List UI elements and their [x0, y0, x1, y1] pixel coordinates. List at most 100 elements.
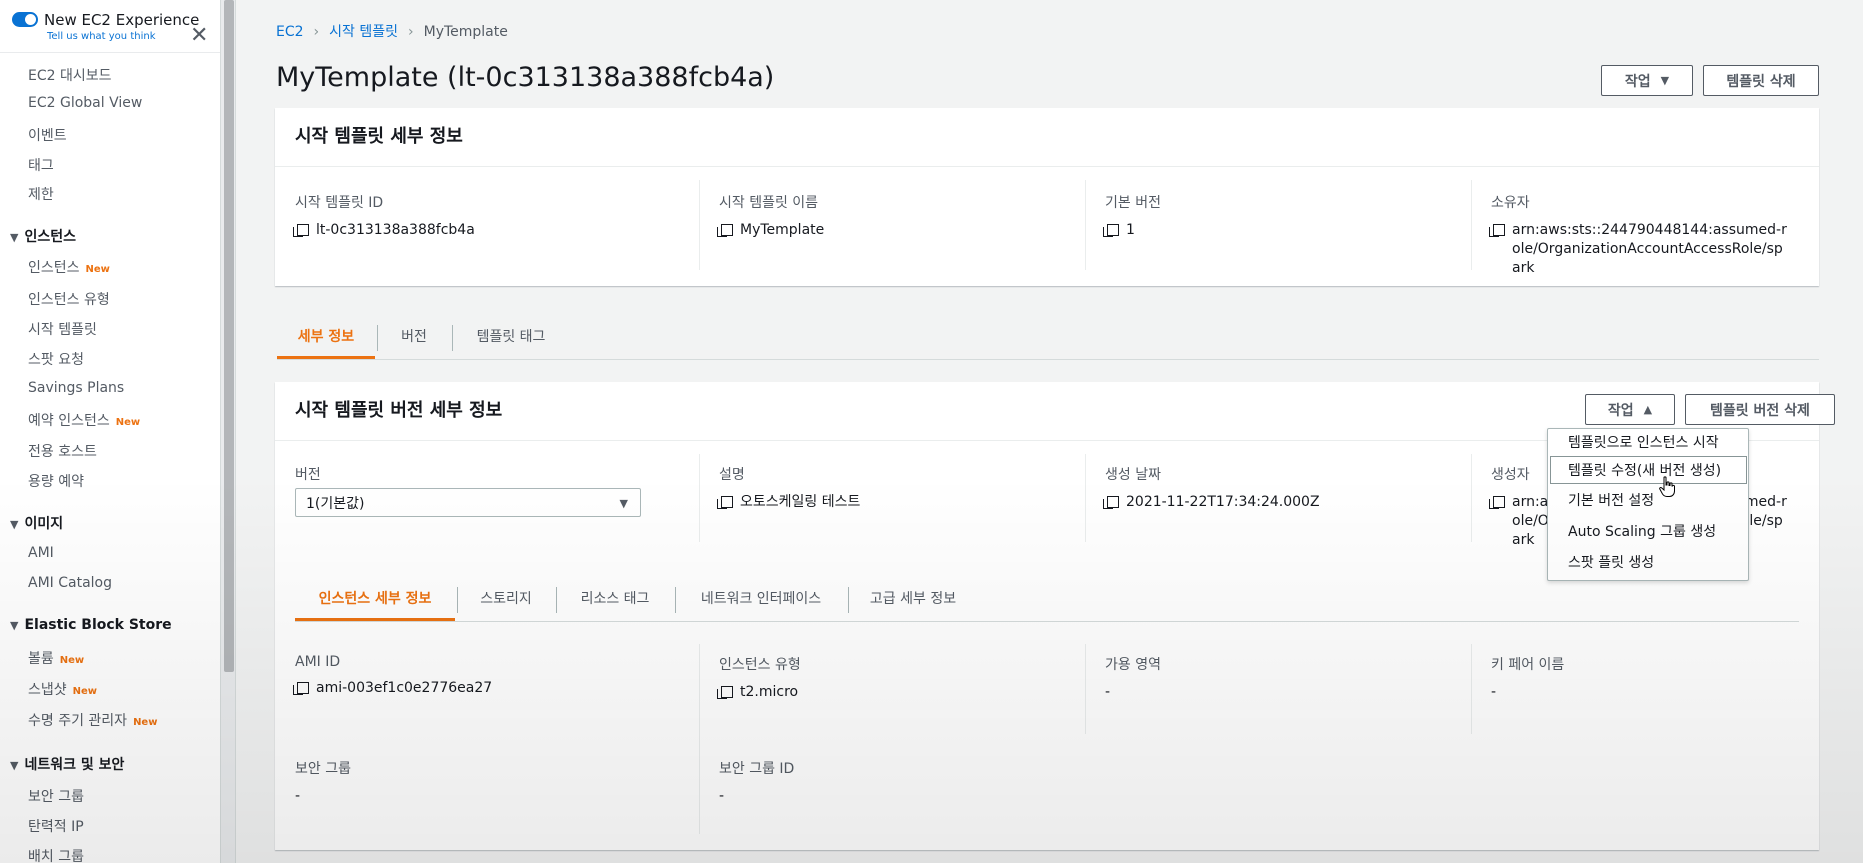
column-divider: [1471, 454, 1472, 542]
copy-icon[interactable]: [717, 224, 733, 237]
version-actions-button[interactable]: 작업 ▲: [1585, 394, 1675, 425]
copy-icon[interactable]: [717, 496, 733, 509]
sidebar-item-security-groups[interactable]: 보안 그룹: [28, 786, 84, 806]
sidebar-item-reserved-instances[interactable]: 예약 인스턴스 New: [28, 410, 140, 430]
tab-instance-details[interactable]: 인스턴스 세부 정보: [295, 575, 455, 621]
new-badge: New: [72, 686, 98, 697]
field-value: -: [1105, 684, 1111, 700]
field-label: 키 페어 이름: [1491, 657, 1565, 673]
column-divider: [1471, 180, 1472, 270]
sidebar-item-dedicated-hosts[interactable]: 전용 호스트: [28, 441, 97, 461]
template-details-card: 시작 템플릿 세부 정보 시작 템플릿 ID lt-0c313138a388fc…: [275, 108, 1819, 286]
menu-item-launch-from-template[interactable]: 템플릿으로 인스턴스 시작: [1548, 428, 1748, 456]
menu-item-create-auto-scaling-group[interactable]: Auto Scaling 그룹 생성: [1548, 517, 1748, 545]
tab-versions[interactable]: 버전: [378, 313, 450, 359]
sidebar-item-capacity-reservations[interactable]: 용량 예약: [28, 471, 84, 491]
copy-icon[interactable]: [293, 682, 309, 695]
sidebar-item-ami[interactable]: AMI: [28, 545, 54, 561]
field-description: 설명 오토스케일링 테스트: [717, 464, 860, 512]
menu-item-modify-template[interactable]: 템플릿 수정(새 버전 생성): [1550, 456, 1747, 484]
menu-item-set-default-version[interactable]: 기본 버전 설정: [1548, 486, 1748, 514]
field-value: lt-0c313138a388fcb4a: [316, 222, 475, 238]
sidebar-item-instance-types[interactable]: 인스턴스 유형: [28, 289, 110, 309]
divider: [275, 166, 1819, 167]
sidebar-item-ec2-dashboard[interactable]: EC2 대시보드: [28, 65, 112, 85]
copy-icon[interactable]: [1103, 224, 1119, 237]
caret-down-icon: ▼: [619, 497, 628, 510]
item-label: 볼륨: [28, 651, 54, 667]
column-divider: [1085, 644, 1086, 734]
tab-network-interfaces[interactable]: 네트워크 인터페이스: [676, 575, 846, 621]
page-title: MyTemplate (lt-0c313138a388fcb4a): [276, 62, 775, 93]
sidebar-section-instances[interactable]: ▼ 인스턴스: [10, 226, 76, 246]
tab-resource-tags[interactable]: 리소스 태그: [557, 575, 673, 621]
sidebar-section-images[interactable]: ▼ 이미지: [10, 513, 63, 533]
tab-storage[interactable]: 스토리지: [458, 575, 554, 621]
close-icon[interactable]: ✕: [190, 25, 208, 47]
field-label: 시작 템플릿 이름: [719, 195, 819, 211]
new-badge: New: [59, 655, 85, 666]
field-label: 보안 그룹 ID: [719, 761, 795, 777]
sidebar-item-ami-catalog[interactable]: AMI Catalog: [28, 575, 112, 591]
delete-template-button[interactable]: 템플릿 삭제: [1703, 65, 1819, 96]
field-value: 1: [1126, 222, 1135, 238]
sub-tabs: 인스턴스 세부 정보 스토리지 리소스 태그 네트워크 인터페이스 고급 세부 …: [295, 575, 1799, 622]
breadcrumb-ec2[interactable]: EC2: [276, 24, 304, 40]
breadcrumb-current: MyTemplate: [423, 24, 508, 40]
field-value: t2.micro: [740, 684, 799, 700]
tabs-underline: [295, 621, 1799, 622]
select-value: 1(기본값): [306, 495, 365, 512]
breadcrumb: EC2 › 시작 템플릿 › MyTemplate: [276, 21, 508, 41]
copy-icon[interactable]: [1103, 496, 1119, 509]
sidebar-item-spot-requests[interactable]: 스팟 요청: [28, 349, 84, 369]
new-badge: New: [115, 417, 141, 428]
sidebar-item-tags[interactable]: 태그: [28, 155, 54, 175]
field-label: 인스턴스 유형: [719, 657, 801, 673]
menu-item-create-spot-fleet[interactable]: 스팟 플릿 생성: [1548, 548, 1748, 576]
sidebar-item-lifecycle-manager[interactable]: 수명 주기 관리자 New: [28, 710, 157, 730]
scrollbar-thumb[interactable]: [224, 0, 234, 672]
divider: [0, 52, 220, 53]
column-divider: [699, 454, 700, 542]
tab-template-tags[interactable]: 템플릿 태그: [453, 313, 569, 359]
tab-details[interactable]: 세부 정보: [277, 313, 375, 359]
feedback-link[interactable]: Tell us what you think: [47, 31, 156, 42]
sidebar-section-ebs[interactable]: ▼ Elastic Block Store: [10, 617, 172, 633]
sidebar-item-ec2-global-view[interactable]: EC2 Global View: [28, 95, 142, 111]
actions-button[interactable]: 작업 ▼: [1601, 65, 1693, 96]
field-label: 버전: [295, 467, 321, 483]
sidebar-item-events[interactable]: 이벤트: [28, 125, 67, 145]
field-availability-zone: 가용 영역 -: [1105, 654, 1161, 702]
sidebar-item-placement-groups[interactable]: 배치 그룹: [28, 846, 84, 863]
field-value: -: [295, 788, 301, 804]
sidebar-item-launch-templates[interactable]: 시작 템플릿: [28, 319, 97, 339]
field-label: 가용 영역: [1105, 657, 1161, 673]
column-divider: [699, 180, 700, 270]
sidebar-item-elastic-ips[interactable]: 탄력적 IP: [28, 816, 84, 836]
sidebar-item-volumes[interactable]: 볼륨 New: [28, 648, 84, 668]
new-experience-toggle[interactable]: [12, 12, 38, 27]
tabs-underline: [277, 359, 1819, 360]
section-title: 인스턴스: [24, 229, 76, 245]
copy-icon[interactable]: [1489, 496, 1505, 509]
tab-advanced-details[interactable]: 고급 세부 정보: [849, 575, 977, 621]
breadcrumb-launch-templates[interactable]: 시작 템플릿: [329, 24, 398, 40]
copy-icon[interactable]: [717, 686, 733, 699]
field-value: arn:aws:sts::244790448144:assumed-role/O…: [1512, 222, 1787, 276]
sidebar-item-instances[interactable]: 인스턴스 New: [28, 257, 110, 277]
delete-version-button[interactable]: 템플릿 버전 삭제: [1685, 394, 1835, 425]
version-select[interactable]: 1(기본값) ▼: [295, 488, 641, 517]
item-label: 스냅샷: [28, 682, 67, 698]
main-content: EC2 › 시작 템플릿 › MyTemplate MyTemplate (lt-0c3…: [237, 0, 1863, 863]
copy-icon[interactable]: [1489, 224, 1505, 237]
sidebar-scrollbar[interactable]: [220, 0, 235, 863]
sidebar-item-snapshots[interactable]: 스냅샷 New: [28, 679, 97, 699]
sidebar-item-savings-plans[interactable]: Savings Plans: [28, 380, 124, 396]
sidebar-section-network-security[interactable]: ▼ 네트워크 및 보안: [10, 754, 124, 774]
sidebar-item-limits[interactable]: 제한: [28, 184, 54, 204]
copy-icon[interactable]: [293, 224, 309, 237]
card-title: 시작 템플릿 세부 정보: [295, 126, 463, 147]
caret-down-icon: ▼: [10, 759, 19, 772]
field-label: AMI ID: [295, 654, 341, 670]
item-label: 인스턴스: [28, 260, 80, 276]
